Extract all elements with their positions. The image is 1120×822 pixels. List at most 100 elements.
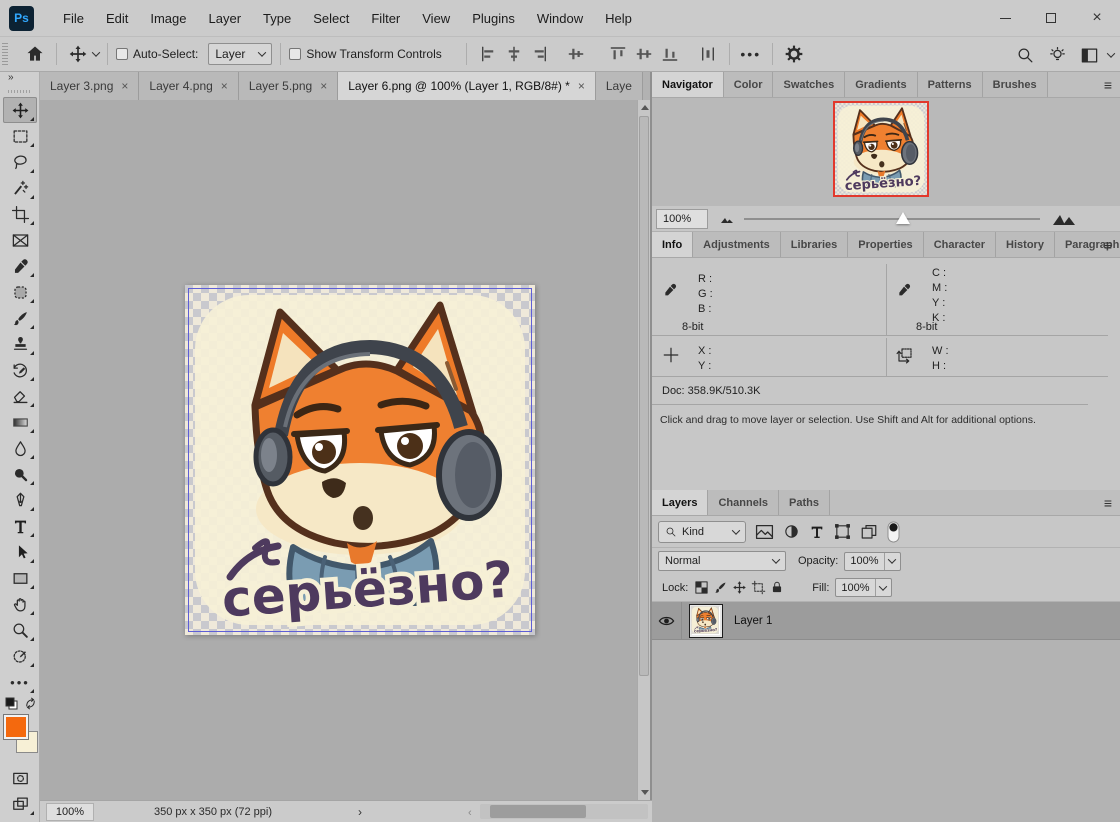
path-selection-tool[interactable] (3, 539, 37, 565)
lock-pixels-button[interactable] (713, 580, 728, 595)
tab-character[interactable]: Character (924, 232, 996, 257)
scroll-left-icon[interactable]: ‹ (468, 807, 472, 819)
filter-adjustment-layers-button[interactable] (783, 523, 800, 540)
filter-shape-layers-button[interactable] (834, 523, 851, 540)
menu-edit[interactable]: Edit (95, 5, 139, 32)
type-tool[interactable] (3, 513, 37, 539)
auto-select-checkbox[interactable] (116, 48, 128, 60)
tab-brushes[interactable]: Brushes (983, 72, 1048, 97)
menu-view[interactable]: View (411, 5, 461, 32)
pen-tool[interactable] (3, 487, 37, 513)
marquee-tool[interactable] (3, 123, 37, 149)
hand-tool[interactable] (3, 591, 37, 617)
eyedropper-tool[interactable] (3, 253, 37, 279)
move-tool-preset[interactable] (65, 41, 91, 67)
menu-filter[interactable]: Filter (360, 5, 411, 32)
frame-tool[interactable] (3, 227, 37, 253)
tool-settings-button[interactable] (781, 41, 807, 67)
canvas-area[interactable] (40, 100, 637, 800)
zoom-level-field[interactable]: 100% (46, 803, 94, 821)
zoom-slider-thumb[interactable] (896, 212, 910, 224)
more-align-options-button[interactable]: ••• (738, 41, 764, 67)
lock-transparency-button[interactable] (694, 580, 709, 595)
tab-layers[interactable]: Layers (652, 490, 708, 515)
tab-channels[interactable]: Channels (708, 490, 779, 515)
status-options-chevron[interactable]: › (358, 805, 362, 819)
doc-tab-truncated[interactable]: Laye (596, 72, 643, 100)
panel-menu-icon[interactable]: ≡ (1104, 238, 1112, 252)
distribute-bottom-edges-button[interactable] (657, 41, 683, 67)
close-button[interactable]: × (1074, 0, 1120, 36)
align-top-edges-button[interactable] (563, 41, 589, 67)
tab-properties[interactable]: Properties (848, 232, 923, 257)
opacity-dropdown[interactable]: 100% (844, 552, 900, 571)
tab-navigator[interactable]: Navigator (652, 72, 724, 97)
lock-artboard-button[interactable] (751, 580, 766, 595)
search-button[interactable] (1012, 42, 1038, 68)
align-left-edges-button[interactable] (475, 41, 501, 67)
scroll-down-icon[interactable] (641, 790, 649, 795)
tab-libraries[interactable]: Libraries (781, 232, 848, 257)
distribute-vertical-centers-button[interactable] (631, 41, 657, 67)
zoom-in-icon[interactable] (1052, 211, 1076, 226)
menu-plugins[interactable]: Plugins (461, 5, 526, 32)
auto-select-target-dropdown[interactable]: Layer (208, 43, 272, 65)
filter-kind-dropdown[interactable]: Kind (658, 521, 746, 543)
menu-type[interactable]: Type (252, 5, 302, 32)
navigator-proxy-view[interactable] (833, 101, 929, 197)
menu-help[interactable]: Help (594, 5, 643, 32)
home-button[interactable] (22, 41, 48, 67)
filter-type-layers-button[interactable] (809, 524, 825, 540)
close-tab-icon[interactable]: × (121, 79, 128, 93)
tab-gradients[interactable]: Gradients (845, 72, 917, 97)
distribute-horizontally-button[interactable] (695, 41, 721, 67)
vertical-scroll-thumb[interactable] (639, 116, 649, 676)
menu-layer[interactable]: Layer (198, 5, 253, 32)
default-colors-icon[interactable] (5, 697, 19, 711)
doc-tab-layer4[interactable]: Layer 4.png× (139, 72, 238, 100)
workspace-switcher-button[interactable] (1076, 42, 1102, 68)
tab-info[interactable]: Info (652, 232, 693, 257)
panel-menu-icon[interactable]: ≡ (1104, 78, 1112, 92)
crop-tool[interactable] (3, 201, 37, 227)
lock-position-button[interactable] (732, 580, 747, 595)
document-canvas[interactable] (185, 285, 535, 635)
distribute-top-edges-button[interactable] (605, 41, 631, 67)
close-tab-icon[interactable]: × (578, 79, 585, 93)
menu-window[interactable]: Window (526, 5, 594, 32)
edit-toolbar-button[interactable]: ••• (3, 669, 37, 695)
align-horizontal-centers-button[interactable] (501, 41, 527, 67)
tab-paths[interactable]: Paths (779, 490, 830, 515)
discover-button[interactable] (1044, 42, 1070, 68)
dodge-tool[interactable] (3, 461, 37, 487)
close-tab-icon[interactable]: × (221, 79, 228, 93)
navigator-zoom-slider[interactable] (744, 218, 1040, 220)
eraser-tool[interactable] (3, 383, 37, 409)
doc-tab-layer6-active[interactable]: Layer 6.png @ 100% (Layer 1, RGB/8#) *× (338, 72, 596, 100)
history-brush-tool[interactable] (3, 357, 37, 383)
menu-select[interactable]: Select (302, 5, 360, 32)
blend-mode-dropdown[interactable]: Normal (658, 551, 786, 571)
maximize-button[interactable] (1028, 0, 1074, 36)
blur-tool[interactable] (3, 435, 37, 461)
panel-menu-icon[interactable]: ≡ (1104, 496, 1112, 510)
swap-colors-icon[interactable] (23, 696, 38, 711)
horizontal-scrollbar[interactable] (480, 804, 648, 819)
horizontal-scroll-thumb[interactable] (490, 805, 586, 818)
screen-mode-button[interactable] (3, 791, 37, 817)
brush-tool[interactable] (3, 305, 37, 331)
toolbar-collapse-button[interactable]: » (0, 72, 39, 85)
menu-file[interactable]: File (52, 5, 95, 32)
filter-pixel-layers-button[interactable] (755, 524, 774, 540)
filter-toggle[interactable] (887, 521, 900, 543)
filter-smart-objects-button[interactable] (860, 523, 878, 541)
tab-adjustments[interactable]: Adjustments (693, 232, 781, 257)
lock-all-button[interactable] (770, 580, 784, 595)
lasso-tool[interactable] (3, 149, 37, 175)
move-tool[interactable] (3, 97, 37, 123)
layer-name[interactable]: Layer 1 (734, 615, 772, 627)
magic-wand-tool[interactable] (3, 175, 37, 201)
layer-row-selected[interactable]: Layer 1 (652, 602, 1120, 640)
preset-chevron-icon[interactable] (92, 48, 100, 56)
quick-mask-button[interactable] (3, 765, 37, 791)
